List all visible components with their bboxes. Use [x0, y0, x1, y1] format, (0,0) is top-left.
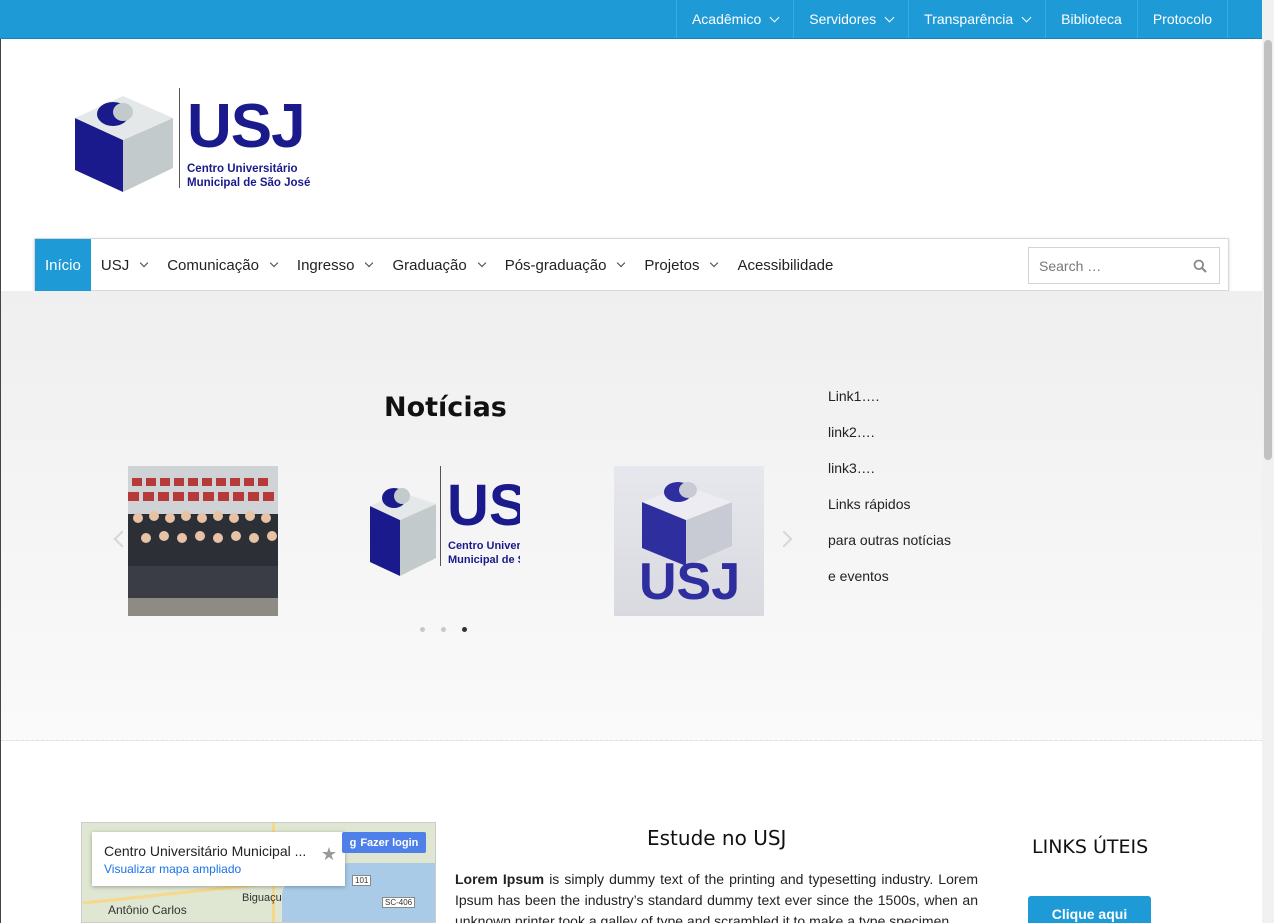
quick-link[interactable]: Link1…. [828, 386, 951, 422]
topnav-item-servidores[interactable]: Servidores [793, 0, 908, 38]
topnav-label: Protocolo [1152, 11, 1212, 27]
nav-label: Comunicação [167, 256, 259, 274]
news-slide-usj-logo[interactable]: US Centro Univers Municipal de S [370, 466, 520, 616]
chevron-down-icon [1021, 12, 1032, 22]
scrollbar-thumb[interactable] [1264, 40, 1272, 460]
chevron-down-icon [269, 258, 279, 268]
usj-logo-mark-icon [370, 488, 436, 576]
topnav-item-protocolo[interactable]: Protocolo [1136, 0, 1228, 38]
nav-item-graduacao[interactable]: Graduação [382, 239, 494, 291]
map-login-label: Fazer login [360, 836, 419, 849]
quick-link[interactable]: link2…. [828, 422, 951, 458]
map-place-label: Antônio Carlos [108, 903, 187, 917]
click-here-button[interactable]: Clique aqui [1028, 896, 1151, 923]
map-road-shield: SC-406 [382, 897, 416, 908]
carousel-dot-3[interactable] [462, 627, 467, 632]
map-road-shield: 101 [352, 875, 372, 886]
nav-label: Pós-graduação [504, 256, 607, 274]
nav-item-pos-graduacao[interactable]: Pós-graduação [495, 239, 635, 291]
chevron-down-icon [710, 258, 719, 268]
slide-logo-title: US [447, 473, 520, 538]
study-text: Lorem Ipsum is simply dummy text of the … [455, 869, 978, 923]
nav-label: USJ [100, 256, 130, 274]
top-nav: Acadêmico Servidores Transparência Bibli… [675, 0, 1228, 38]
chevron-down-icon [139, 258, 149, 268]
logo-subtitle-line2: Municipal de São José [187, 177, 311, 189]
nav-label: Ingresso [296, 256, 355, 274]
main-nav: Início USJ Comunicação Ingresso Graduaçã… [34, 238, 1229, 291]
quick-link[interactable]: Links rápidos [828, 494, 951, 530]
group-photo-image [128, 466, 278, 616]
topnav-label: Biblioteca [1061, 11, 1122, 27]
map-login-button[interactable]: g Fazer login [342, 832, 426, 853]
topnav-label: Acadêmico [691, 11, 762, 27]
logo-divider [440, 466, 441, 566]
search-icon[interactable] [1193, 259, 1207, 273]
nav-label: Projetos [644, 256, 700, 274]
news-slide-group-photo[interactable] [128, 466, 278, 616]
nav-label: Acessibilidade [737, 256, 834, 274]
carousel-dots [420, 627, 467, 632]
slide-logo-title: USJ [639, 553, 741, 611]
topnav-item-transparencia[interactable]: Transparência [908, 0, 1045, 38]
map-enlarge-link[interactable]: Visualizar mapa ampliado [104, 862, 241, 876]
chevron-down-icon [617, 258, 626, 268]
chevron-down-icon [884, 12, 895, 22]
nav-item-ingresso[interactable]: Ingresso [287, 239, 383, 291]
study-text-bold: Lorem Ipsum [455, 871, 545, 887]
logo-title: USJ [187, 92, 306, 161]
slide-logo-subtitle-line2: Municipal de S [448, 554, 520, 566]
slide-logo-subtitle: Centro Univers Municipal de S [448, 539, 520, 567]
nav-label: Início [45, 256, 81, 274]
quick-link[interactable]: para outras notícias [828, 530, 951, 566]
nav-item-comunicacao[interactable]: Comunicação [157, 239, 287, 291]
usj-logo-mark-icon [75, 96, 173, 192]
main-nav-items: Início USJ Comunicação Ingresso Graduaçã… [35, 239, 843, 291]
star-icon[interactable]: ★ [321, 844, 337, 865]
map-place-label: Biguaçu [242, 892, 282, 904]
chevron-down-icon [769, 12, 780, 22]
logo-divider [179, 88, 180, 188]
topnav-item-academico[interactable]: Acadêmico [675, 0, 793, 38]
google-map-embed[interactable]: Biguaçu Antônio Carlos SC-406 101 Centro… [81, 822, 436, 923]
top-bar: Acadêmico Servidores Transparência Bibli… [0, 0, 1262, 39]
map-place-title: Centro Universitário Municipal ... [104, 843, 307, 859]
useful-links-title: LINKS ÚTEIS [1032, 836, 1149, 858]
news-title: Notícias [384, 392, 507, 423]
nav-item-inicio[interactable]: Início [35, 239, 91, 291]
chevron-down-icon [477, 258, 486, 268]
usj-logo[interactable]: USJ Centro Universitário Municipal de Sã… [75, 88, 315, 198]
topnav-item-biblioteca[interactable]: Biblioteca [1045, 0, 1137, 38]
nav-item-projetos[interactable]: Projetos [634, 239, 727, 291]
map-info-card: Centro Universitário Municipal ... Visua… [92, 832, 345, 886]
search-box [1028, 247, 1220, 284]
chevron-down-icon [365, 258, 374, 268]
logo-subtitle-line1: Centro Universitário [187, 163, 298, 175]
search-input[interactable] [1029, 248, 1189, 283]
topnav-label: Transparência [924, 11, 1014, 27]
logo-subtitle: Centro Universitário Municipal de São Jo… [187, 162, 310, 190]
nav-item-usj[interactable]: USJ [91, 239, 157, 291]
quick-links: Link1…. link2…. link3…. Links rápidos pa… [828, 386, 951, 602]
quick-link[interactable]: link3…. [828, 458, 951, 494]
news-slide-usj-icon[interactable]: USJ [614, 466, 764, 616]
google-icon: g [349, 836, 357, 849]
slide-logo-subtitle-line1: Centro Univers [448, 540, 520, 552]
carousel-dot-1[interactable] [420, 627, 425, 632]
carousel-dot-2[interactable] [441, 627, 446, 632]
nav-item-acessibilidade[interactable]: Acessibilidade [727, 239, 843, 291]
topnav-label: Servidores [809, 11, 877, 27]
quick-link[interactable]: e eventos [828, 566, 951, 602]
page-scrollbar[interactable] [1262, 0, 1274, 923]
nav-label: Graduação [392, 256, 467, 274]
study-title: Estude no USJ [647, 826, 787, 850]
